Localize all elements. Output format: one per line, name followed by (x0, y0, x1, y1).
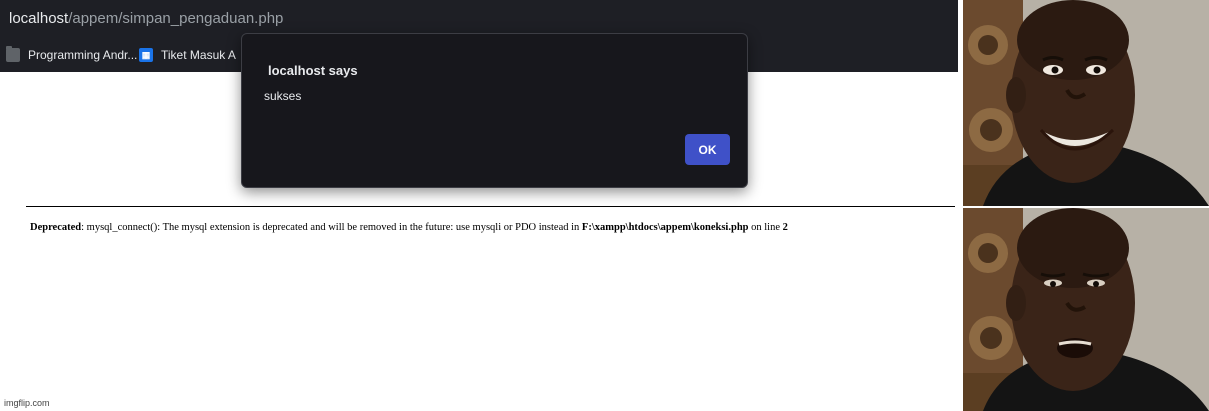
ok-button[interactable]: OK (685, 134, 730, 165)
address-path: /appem/simpan_pengaduan.php (68, 10, 284, 27)
page-divider (26, 206, 955, 207)
imgflip-watermark: imgflip.com (4, 398, 50, 408)
warning-on-line: on line (748, 222, 783, 233)
site-icon: ▦ (139, 48, 153, 62)
browser-screenshot: localhost/appem/simpan_pengaduan.php Pro… (0, 0, 958, 411)
bookmark-tiket[interactable]: ▦ Tiket Masuk A (139, 46, 236, 64)
meme-panel-disappointed (963, 208, 1209, 411)
meme-panel-smiling (963, 0, 1209, 206)
warning-label: Deprecated (30, 222, 82, 233)
folder-icon (6, 46, 20, 62)
address-bar[interactable]: localhost/appem/simpan_pengaduan.php (9, 10, 283, 27)
warning-line-number: 2 (782, 222, 788, 233)
bookmark-programming[interactable]: Programming Andr... (6, 46, 137, 64)
address-host: localhost (9, 10, 69, 27)
bookmark-label: Tiket Masuk A (161, 48, 236, 62)
alert-dialog: localhost says sukses OK (241, 33, 748, 188)
warning-text: : mysql_connect(): The mysql extension i… (81, 222, 582, 233)
php-deprecated-warning: Deprecated: mysql_connect(): The mysql e… (30, 222, 788, 233)
warning-path: F:\xampp\htdocs\appem\koneksi.php (581, 222, 749, 233)
smiling-man-image (963, 0, 1209, 206)
dialog-message: sukses (264, 89, 302, 103)
disappointed-man-image (963, 208, 1209, 411)
dialog-title: localhost says (268, 63, 358, 78)
bookmark-label: Programming Andr... (28, 48, 138, 62)
